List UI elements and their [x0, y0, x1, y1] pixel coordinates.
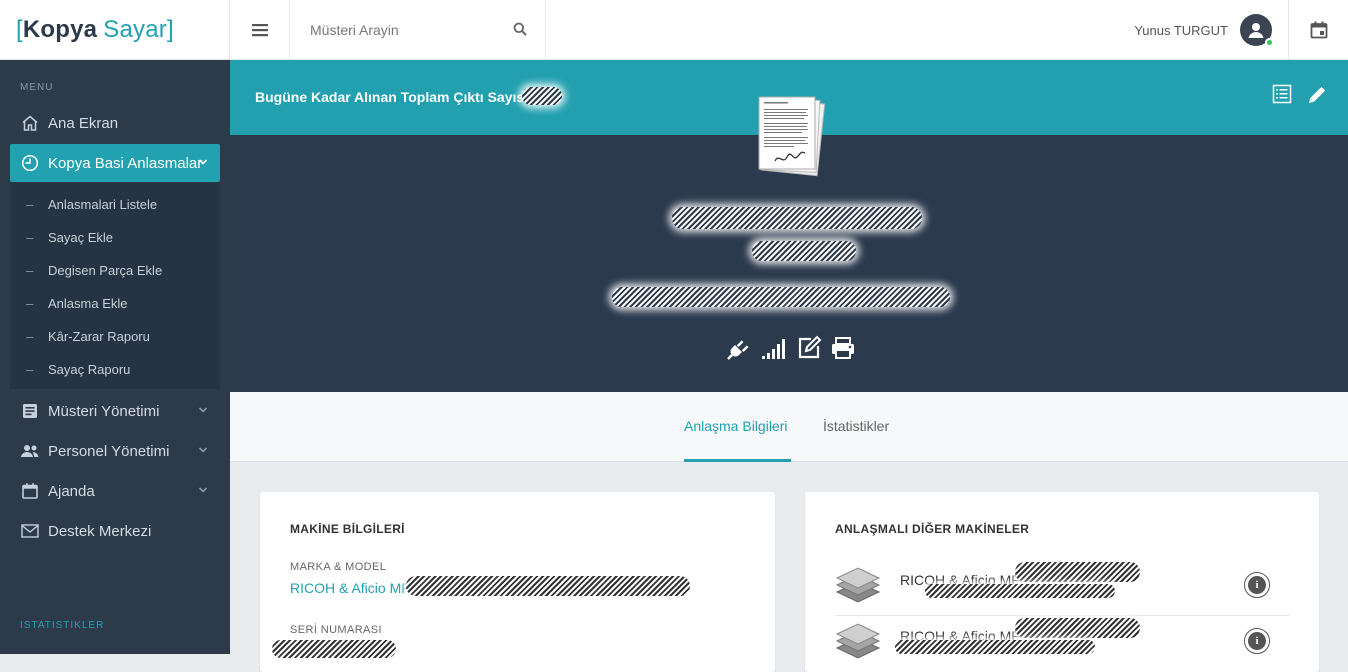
sidebar-item-label: Kopya Basi Anlasmalar — [48, 154, 203, 172]
user-name: Yunus TURGUT — [1134, 22, 1228, 38]
brand-model-label: MARKA & MODEL — [290, 561, 387, 573]
redacted-address — [612, 287, 950, 307]
chevron-down-icon — [198, 487, 208, 493]
serial-number-label: SERİ NUMARASI — [290, 624, 382, 636]
info-icon: i — [1248, 576, 1266, 594]
chevron-down-icon — [198, 159, 208, 165]
info-button[interactable]: i — [1244, 628, 1270, 654]
redacted-machine-detail — [925, 584, 1115, 598]
calendar-button[interactable] — [1288, 0, 1348, 60]
machine-info-card: MAKİNE BİLGİLERİ MARKA & MODEL RICOH & A… — [260, 492, 775, 672]
edit-note-icon[interactable] — [796, 335, 822, 361]
total-output-title: Bugüne Kadar Alınan Toplam Çıktı Sayısı … — [255, 89, 537, 105]
submenu-item-sayac-ekle[interactable]: – Sayaç Ekle — [26, 230, 113, 245]
agreement-hero — [230, 96, 1348, 392]
brand-logo[interactable]: [ Kopya Sayar ] — [0, 0, 230, 60]
calendar-icon — [20, 481, 40, 501]
chevron-down-icon — [198, 447, 208, 453]
avatar[interactable] — [1240, 14, 1274, 47]
brand-bracket-open: [ — [16, 16, 23, 43]
sidebar-item-destek-merkezi[interactable]: Destek Merkezi — [10, 512, 220, 550]
sidebar-item-label: Ana Ekran — [48, 114, 119, 132]
pencil-icon[interactable] — [1306, 84, 1328, 106]
calendar-icon — [1310, 21, 1327, 39]
customer-search — [290, 0, 546, 60]
sidebar-item-personel-yonetimi[interactable]: Personel Yönetimi — [10, 432, 220, 470]
user-menu[interactable]: Yunus TURGUT — [1134, 0, 1274, 60]
sidebar-heading: MENU — [20, 82, 54, 93]
active-tab-indicator — [684, 459, 791, 462]
submenu-item-anlasmalari-listele[interactable]: – Anlasmalari Listele — [26, 197, 157, 212]
list-item[interactable]: RICOH & Aficio MP i — [835, 560, 1290, 616]
users-icon — [20, 441, 40, 461]
online-status-dot — [1265, 38, 1274, 47]
sidebar-item-musteri-yonetimi[interactable]: Müsteri Yönetimi — [10, 392, 220, 430]
envelope-icon — [20, 521, 40, 541]
search-input[interactable] — [290, 0, 546, 60]
redacted-serial-number — [272, 640, 396, 658]
redacted-customer-name — [672, 207, 922, 229]
sidebar-item-kopya-basi-anlasmalar[interactable]: Kopya Basi Anlasmalar — [10, 144, 220, 182]
sidebar: MENU Ana Ekran Kopya Basi Anlasmalar – An… — [0, 60, 230, 654]
hero-actions — [726, 335, 856, 361]
redacted-detail — [752, 241, 856, 261]
sidebar-item-label: Personel Yönetimi — [48, 442, 170, 460]
sidebar-section-istatistikler[interactable]: ISTATISTIKLER — [20, 620, 104, 631]
hamburger-icon — [251, 24, 268, 37]
other-machines-card: ANLAŞMALI DİĞER MAKİNELER RICOH & Aficio… — [805, 492, 1319, 672]
submenu-kopya-basi: – Anlasmalari Listele – Sayaç Ekle – Degise… — [10, 183, 220, 389]
tab-istatistikler[interactable]: İstatistikler — [823, 418, 889, 434]
machine-info-title: MAKİNE BİLGİLERİ — [290, 522, 405, 536]
submenu-item-kar-zarar-raporu[interactable]: – Kâr-Zarar Raporu — [26, 329, 150, 344]
info-button[interactable]: i — [1244, 572, 1270, 598]
banner-tools — [1272, 84, 1328, 106]
search-icon[interactable] — [513, 22, 527, 36]
sidebar-item-ajanda[interactable]: Ajanda — [10, 472, 220, 510]
list-icon[interactable] — [1272, 84, 1292, 104]
top-bar: [ Kopya Sayar ] Yunus TURGUT — [0, 0, 1348, 60]
tab-anlasma-bilgileri[interactable]: Anlaşma Bilgileri — [684, 418, 787, 434]
redacted-machine-model — [1015, 618, 1140, 638]
redacted-total-count — [522, 87, 562, 105]
user-icon — [1248, 23, 1264, 38]
other-machines-title: ANLAŞMALI DİĞER MAKİNELER — [835, 522, 1030, 536]
sidebar-item-label: Ajanda — [48, 482, 95, 500]
layers-stack-icon — [835, 623, 881, 659]
brand-name-b: Sayar — [103, 16, 167, 43]
menu-toggle-button[interactable] — [230, 0, 290, 60]
submenu-item-anlasma-ekle[interactable]: – Anlasma Ekle — [26, 296, 127, 311]
redacted-model-detail — [406, 576, 690, 596]
list-item[interactable]: RICOH & Aficio MP i — [835, 616, 1290, 672]
clock-icon — [20, 153, 40, 173]
signal-bars-icon[interactable] — [760, 335, 788, 361]
chevron-down-icon — [198, 407, 208, 413]
agreement-tabs: Anlaşma Bilgileri İstatistikler — [230, 392, 1348, 462]
redacted-machine-model — [1015, 562, 1140, 582]
plug-icon[interactable] — [726, 335, 752, 361]
printer-icon[interactable] — [830, 335, 856, 361]
home-icon — [20, 113, 40, 133]
submenu-item-degisen-parca-ekle[interactable]: – Degisen Parça Ekle — [26, 263, 162, 278]
info-icon: i — [1248, 632, 1266, 650]
sidebar-item-label: Müsteri Yönetimi — [48, 402, 160, 420]
redacted-machine-detail — [895, 640, 1095, 654]
brand-model-value: RICOH & Aficio MP — [290, 580, 411, 596]
submenu-item-sayac-raporu[interactable]: – Sayaç Raporu — [26, 362, 130, 377]
contract-document-icon — [758, 96, 826, 177]
sidebar-item-label: Destek Merkezi — [48, 522, 152, 540]
brand-bracket-close: ] — [166, 16, 174, 43]
document-icon — [20, 401, 40, 421]
sidebar-item-ana-ekran[interactable]: Ana Ekran — [10, 104, 220, 142]
layers-stack-icon — [835, 567, 881, 603]
brand-name-a: Kopya — [22, 16, 98, 43]
